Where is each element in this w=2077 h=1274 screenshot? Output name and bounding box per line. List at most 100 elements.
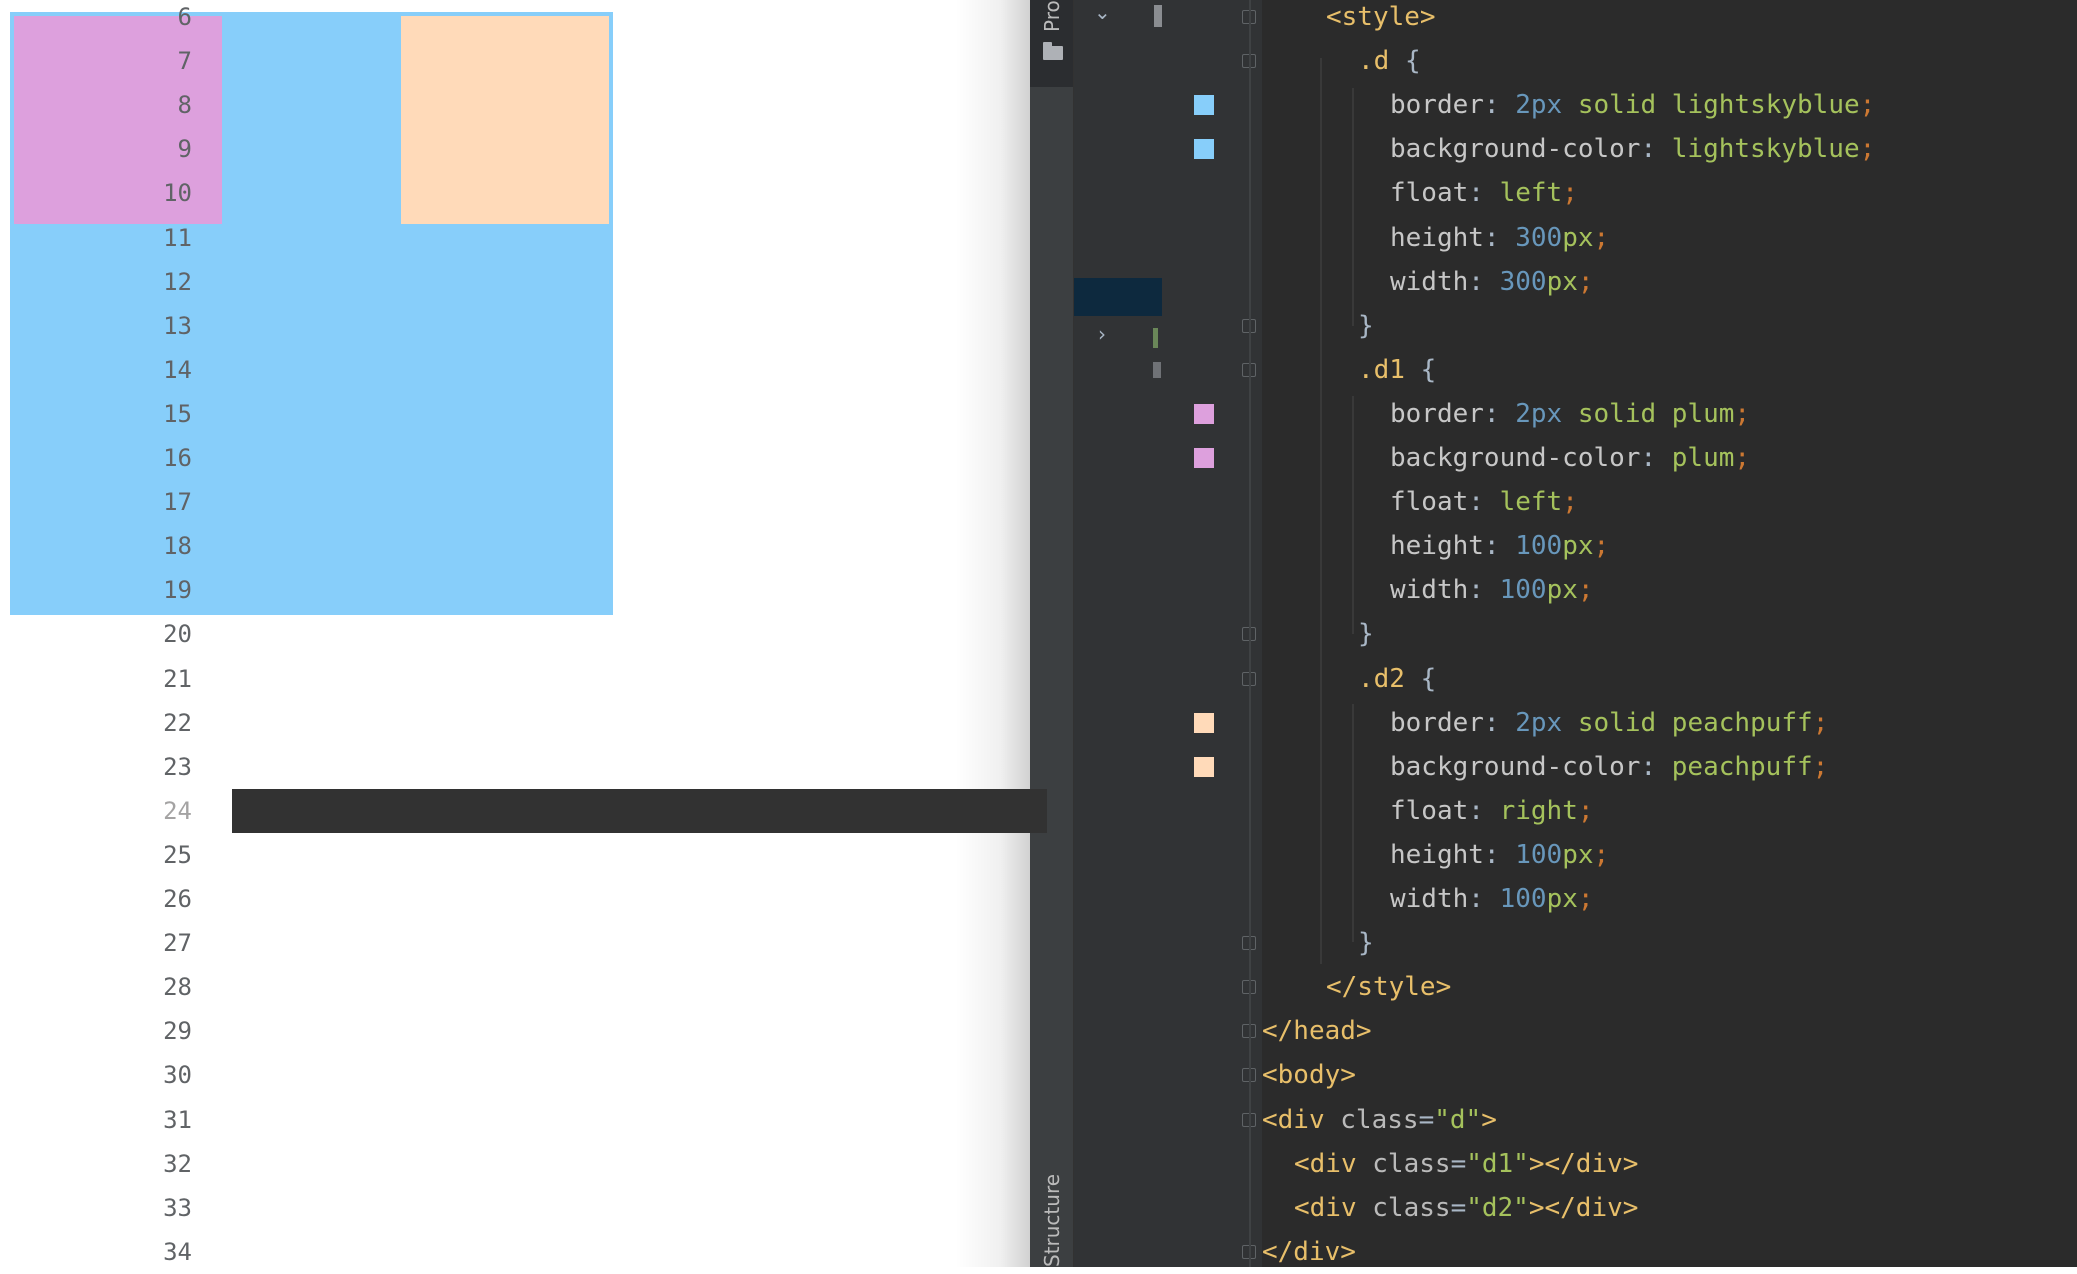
line-number: 21 <box>163 664 192 693</box>
chevron-right-icon[interactable]: › <box>1098 322 1106 346</box>
code-text: float: left; <box>1390 480 1578 524</box>
code-line[interactable]: 31 <div class="d"> <box>0 1098 1497 1142</box>
line-number: 33 <box>163 1193 192 1222</box>
code-text: width: 100px; <box>1390 877 1594 921</box>
line-number: 29 <box>163 1017 192 1046</box>
token-plain: { <box>1389 46 1421 77</box>
token-val: solid <box>1577 398 1657 429</box>
token-plain: } <box>1358 928 1374 959</box>
token-punct: ; <box>1734 443 1751 473</box>
code-line[interactable]: 19 width: 100px; <box>0 568 1593 612</box>
token-attr: class <box>1340 1104 1419 1135</box>
color-swatch-icon[interactable] <box>1194 756 1214 777</box>
token-punct: ; <box>1734 398 1751 429</box>
color-swatch-icon[interactable] <box>1194 712 1214 733</box>
nav-highlight <box>1074 278 1162 316</box>
token-num: 2px <box>1515 90 1563 121</box>
token-punct: ; <box>1562 178 1578 209</box>
code-line[interactable]: 9 background-color: lightskyblue; <box>0 127 1876 171</box>
line-number: 30 <box>163 1061 192 1090</box>
current-line-highlight <box>232 788 1047 833</box>
code-line[interactable]: 32 <div class="d1"></div> <box>0 1142 1638 1186</box>
token-plain: : <box>1468 487 1500 518</box>
code-editor[interactable] <box>1262 0 2077 1267</box>
token-plain: : <box>1468 884 1500 914</box>
code-text: background-color: lightskyblue; <box>1390 127 1875 171</box>
token-punct: ; <box>1593 222 1610 253</box>
code-line[interactable]: 25 height: 100px; <box>0 833 1609 877</box>
token-plain: : <box>1640 134 1672 165</box>
line-number: 22 <box>163 708 192 737</box>
token-plain: = <box>1450 1192 1467 1223</box>
token-num: 100 <box>1515 531 1563 562</box>
line-number: 16 <box>163 444 192 472</box>
line-number: 31 <box>163 1105 192 1134</box>
code-line[interactable]: 26 width: 100px; <box>0 877 1593 921</box>
code-line[interactable]: 13} <box>0 304 1374 348</box>
line-number: 34 <box>163 1237 192 1266</box>
line-number: 15 <box>163 399 192 428</box>
token-plain: { <box>1404 354 1437 385</box>
code-line[interactable]: 16 background-color: plum; <box>0 436 1750 480</box>
line-number: 6 <box>177 3 192 31</box>
token-val: px <box>1562 531 1594 562</box>
token-val: left <box>1499 178 1563 209</box>
fold-guide <box>1249 0 1251 1267</box>
code-line[interactable]: 33 <div class="d2"></div> <box>0 1186 1638 1230</box>
color-swatch-icon[interactable] <box>1194 95 1214 116</box>
token-plain: = <box>1450 1148 1467 1179</box>
code-line[interactable]: 21 .d2 { <box>0 657 1436 701</box>
code-line[interactable]: 18 height: 100px; <box>0 524 1609 568</box>
token-val: px <box>1546 266 1578 297</box>
token-punct: ; <box>1562 487 1578 518</box>
color-swatch-icon[interactable] <box>1194 403 1214 424</box>
code-line[interactable]: 12 width: 300px; <box>0 260 1593 304</box>
line-number: 12 <box>163 267 192 296</box>
code-line[interactable]: 30 <body> <box>0 1053 1356 1097</box>
code-line[interactable]: 23 background-color: peachpuff; <box>0 745 1828 789</box>
token-num: 100 <box>1499 884 1547 914</box>
indent-guide <box>1320 58 1322 964</box>
token-punct: ; <box>1859 134 1876 165</box>
color-swatch-icon[interactable] <box>1194 448 1214 468</box>
code-line[interactable]: 20} <box>0 612 1374 656</box>
token-plain: } <box>1358 619 1374 650</box>
code-line[interactable]: 14 .d1 { <box>0 348 1436 392</box>
token-tag: <div <box>1262 1104 1341 1135</box>
token-prop: border <box>1390 707 1484 738</box>
code-line[interactable]: 28 </style> <box>0 965 1451 1009</box>
token-punct: ; <box>1812 707 1829 738</box>
code-line[interactable]: 24 float: right; <box>0 788 1594 833</box>
code-text: border: 2px solid plum; <box>1390 392 1750 436</box>
code-line[interactable]: 11 height: 300px; <box>0 216 1609 260</box>
token-str: "d" <box>1434 1104 1482 1135</box>
code-line[interactable]: 8 border: 2px solid lightskyblue; <box>0 83 1876 127</box>
line-number: 8 <box>177 91 192 120</box>
code-line[interactable]: 29 </head> <box>0 1009 1371 1053</box>
code-line[interactable]: 15 border: 2px solid plum; <box>0 392 1750 436</box>
code-line[interactable]: 17 float: left; <box>0 480 1578 524</box>
code-text: <div class="d1"></div> <box>1294 1142 1638 1186</box>
color-swatch-icon[interactable] <box>1194 139 1214 160</box>
token-prop: width <box>1390 575 1469 606</box>
token-val: right <box>1499 795 1578 826</box>
token-val: px <box>1562 222 1594 253</box>
code-line[interactable]: 27} <box>0 921 1374 965</box>
token-val: plum <box>1671 398 1735 429</box>
token-num: 100 <box>1499 575 1547 606</box>
code-line[interactable]: 34 </div> <box>0 1230 1356 1274</box>
token-num: 2px <box>1515 398 1563 429</box>
code-line[interactable]: 7 .d { <box>0 39 1421 83</box>
code-text: </style> <box>1326 965 1451 1009</box>
navigation-column: ⌄ › <box>1074 0 1162 1267</box>
code-line[interactable]: 6 <style> <box>0 0 1436 39</box>
code-line[interactable]: 22 border: 2px solid peachpuff; <box>0 701 1828 745</box>
line-number: 25 <box>163 840 192 869</box>
code-line[interactable]: 10 float: left; <box>0 171 1578 215</box>
token-tag: </div> <box>1262 1236 1356 1267</box>
chevron-down-icon[interactable]: ⌄ <box>1094 0 1111 24</box>
token-plain: : <box>1640 751 1672 782</box>
